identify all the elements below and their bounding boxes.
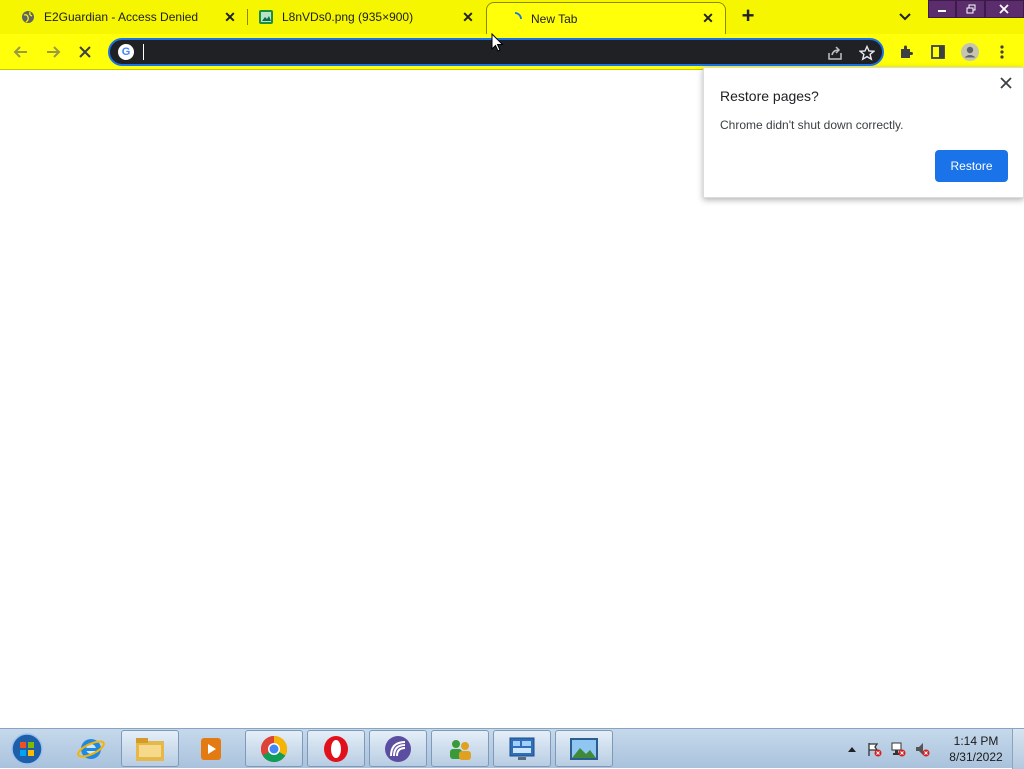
chrome-icon[interactable] [245,730,303,767]
more-menu-icon[interactable] [992,42,1012,62]
bittorrent-icon[interactable] [369,730,427,767]
text-cursor [143,44,144,60]
dialog-title: Restore pages? [720,88,819,104]
stop-loading-button[interactable] [73,40,97,64]
action-center-flag-icon[interactable] [866,741,882,757]
minimize-button[interactable] [928,0,957,18]
chevron-down-icon[interactable] [896,8,914,26]
tab-strip: E2Guardian - Access Denied ✕ L8nVDs0.png… [0,0,1024,34]
side-panel-icon[interactable] [928,42,948,62]
toolbar: G [0,34,1024,70]
restore-button[interactable]: Restore [935,150,1008,182]
loading-spinner-icon [507,11,523,27]
opera-icon[interactable] [307,730,365,767]
google-icon: G [118,44,134,60]
tab-e2guardian[interactable]: E2Guardian - Access Denied ✕ [0,0,247,34]
dialog-message: Chrome didn't shut down correctly. [720,118,904,132]
show-desktop-button[interactable] [1012,729,1024,769]
share-icon[interactable] [826,44,844,62]
tab-title: New Tab [531,11,578,26]
taskbar: 1:14 PM 8/31/2022 [0,728,1024,769]
extensions-icon[interactable] [896,42,916,62]
tab-title: L8nVDs0.png (935×900) [282,10,414,24]
control-panel-icon[interactable] [493,730,551,767]
close-icon[interactable]: ✕ [459,8,477,26]
new-tab-button[interactable]: + [737,5,759,28]
mouse-pointer-icon [491,32,505,53]
show-hidden-icons-icon[interactable] [844,741,860,757]
tab-image[interactable]: L8nVDs0.png (935×900) ✕ [238,0,485,34]
users-icon[interactable] [431,730,489,767]
start-orb-icon[interactable] [6,731,48,767]
clock-time: 1:14 PM [953,734,999,748]
volume-muted-icon[interactable] [914,741,930,757]
restore-window-button[interactable] [956,0,985,18]
photo-viewer-icon[interactable] [555,730,613,767]
network-icon[interactable] [890,741,906,757]
globe-icon [20,9,36,25]
media-player-icon[interactable] [182,730,240,767]
internet-explorer-icon[interactable] [62,730,120,767]
address-input[interactable] [142,42,822,62]
file-explorer-icon[interactable] [121,730,179,767]
forward-button[interactable] [41,40,65,64]
clock[interactable]: 1:14 PM 8/31/2022 [942,733,1010,765]
tab-new-tab[interactable]: New Tab ✕ [486,2,726,34]
window-controls [928,0,1024,18]
back-button[interactable] [9,40,33,64]
system-tray: 1:14 PM 8/31/2022 [840,729,1024,769]
browser-window: E2Guardian - Access Denied ✕ L8nVDs0.png… [0,0,1024,728]
tab-title: E2Guardian - Access Denied [44,10,199,24]
close-icon[interactable] [998,75,1014,91]
close-window-button[interactable] [984,0,1024,18]
bookmark-star-icon[interactable] [858,44,876,62]
clock-date: 8/31/2022 [949,750,1003,764]
profile-avatar-icon[interactable] [960,42,980,62]
image-icon [258,9,274,25]
close-icon[interactable]: ✕ [699,10,717,28]
close-icon[interactable]: ✕ [221,8,239,26]
restore-pages-dialog: Restore pages? Chrome didn't shut down c… [703,67,1024,198]
